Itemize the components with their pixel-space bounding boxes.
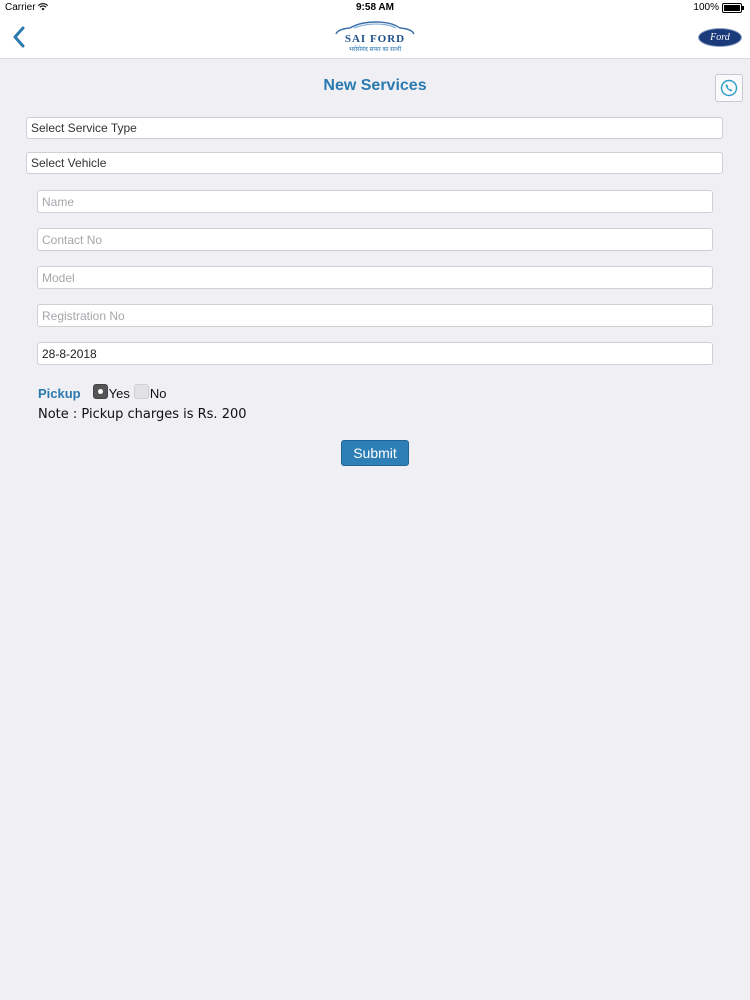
ford-logo-text: Ford: [710, 32, 730, 43]
logo-brand-text: SAI FORD: [344, 33, 406, 45]
service-type-select[interactable]: Select Service Type: [26, 117, 723, 139]
pickup-no-label[interactable]: No: [150, 386, 167, 401]
page-title: New Services: [323, 77, 427, 94]
service-type-value: Select Service Type: [31, 121, 137, 135]
call-button[interactable]: [715, 74, 743, 102]
registration-number-input[interactable]: [37, 304, 713, 327]
name-input[interactable]: [37, 190, 713, 213]
ford-logo: Ford: [698, 28, 742, 47]
chevron-left-icon: [13, 26, 25, 48]
status-bar: Carrier 9:58 AM 100%: [0, 0, 750, 16]
date-input[interactable]: [37, 342, 713, 365]
battery-status: 100%: [693, 2, 744, 13]
contact-number-input[interactable]: [37, 228, 713, 251]
pickup-yes-label[interactable]: Yes: [109, 386, 130, 401]
sai-ford-logo: SAI FORD भरोसेमंद सफर का साथी: [330, 20, 420, 54]
pickup-charges-note: Note : Pickup charges is Rs. 200: [38, 407, 247, 422]
pickup-no-radio[interactable]: [133, 383, 149, 399]
navigation-bar: SAI FORD भरोसेमंद सफर का साथी Ford: [0, 16, 750, 59]
battery-icon: [722, 2, 744, 13]
pickup-yes-radio[interactable]: [92, 383, 108, 399]
logo-tagline: भरोसेमंद सफर का साथी: [348, 47, 402, 53]
phone-icon: [720, 79, 738, 97]
battery-percent: 100%: [693, 2, 719, 13]
pickup-option-row: Pickup Yes No: [38, 383, 170, 402]
vehicle-value: Select Vehicle: [31, 156, 107, 170]
back-button[interactable]: [6, 22, 32, 52]
model-input[interactable]: [37, 266, 713, 289]
vehicle-select[interactable]: Select Vehicle: [26, 152, 723, 174]
submit-button[interactable]: Submit: [341, 440, 409, 466]
pickup-label: Pickup: [38, 385, 81, 401]
clock: 9:58 AM: [356, 2, 394, 13]
